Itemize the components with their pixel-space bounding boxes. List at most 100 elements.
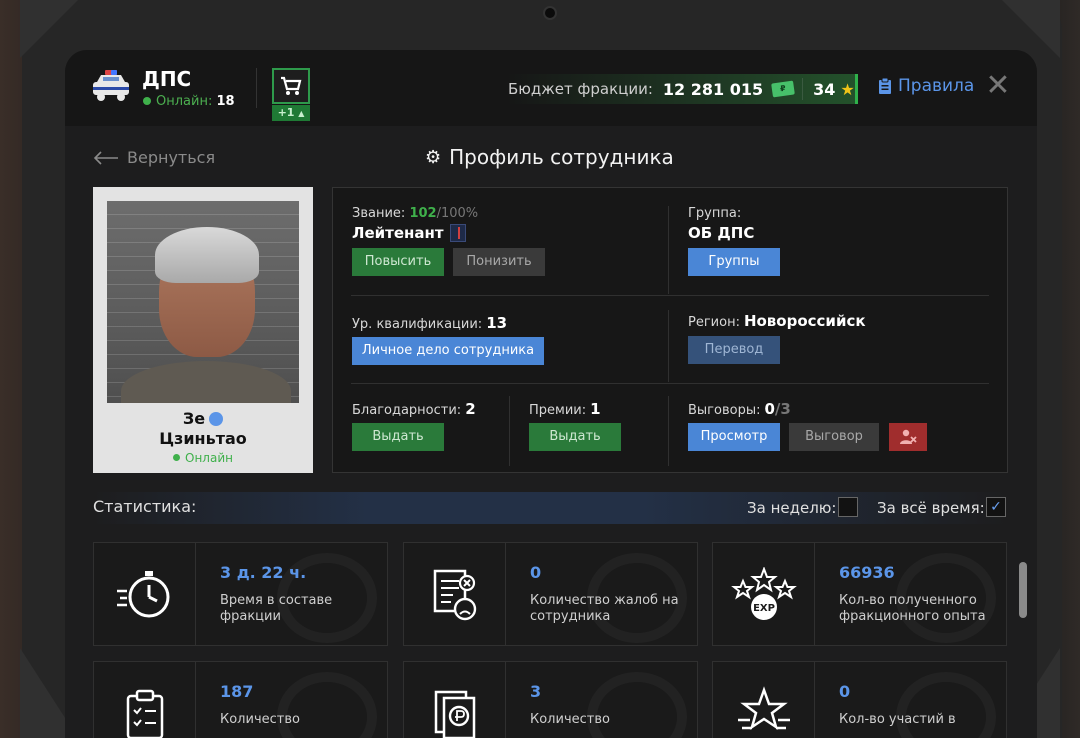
stat-description: Количество	[220, 712, 300, 727]
stat-value: 3 д. 22 ч.	[220, 563, 307, 582]
tablet-screen: ДПС Онлайн: 18 +1 ▲ Бюджет фракции: 12 2…	[65, 50, 1037, 738]
alltime-filter-checkbox[interactable]: ✓	[986, 497, 1006, 517]
bonus-label: Премии:	[529, 403, 587, 418]
transfer-button[interactable]: Перевод	[688, 336, 780, 364]
groups-button[interactable]: Группы	[688, 248, 780, 276]
back-label: Вернуться	[127, 148, 216, 167]
stat-icon-box: EXP	[713, 543, 815, 645]
employee-last-name: Цзиньтао	[159, 429, 247, 448]
stat-description: Количество жалоб на сотрудника	[530, 593, 679, 624]
qualification-value: 13	[486, 314, 508, 332]
card-watermark	[277, 672, 377, 738]
cart-badge: +1 ▲	[272, 105, 310, 121]
checkmark-icon: ✓	[990, 499, 1002, 515]
clipboard-checklist-icon	[126, 689, 163, 738]
faction-name: ДПС	[142, 67, 192, 91]
page-title: ⚙ Профиль сотрудника	[425, 145, 674, 169]
stat-description: Количество	[530, 712, 610, 727]
exp-stars-icon: EXP	[730, 567, 797, 620]
promote-button[interactable]: Повысить	[352, 248, 444, 276]
remove-user-icon	[900, 429, 917, 444]
stat-value: 3	[530, 682, 542, 701]
stat-value: 0	[530, 563, 542, 582]
rank-name-row: Лейтенант	[352, 224, 466, 242]
app-header: ДПС Онлайн: 18 +1 ▲ Бюджет фракции: 12 2…	[65, 50, 1037, 126]
divider	[668, 310, 669, 382]
employee-first-name: Зе	[93, 409, 313, 428]
stat-description: Кол-во полученного фракционного опыта	[839, 593, 986, 624]
gear-icon: ⚙	[425, 146, 442, 168]
back-button[interactable]: Вернуться	[93, 148, 215, 167]
camera-icon	[543, 6, 557, 20]
clipboard-icon	[879, 77, 891, 94]
reprimand-max: /3	[774, 400, 791, 418]
dismiss-employee-button[interactable]	[889, 423, 927, 451]
qualification-label: Ур. квалификации:	[352, 317, 483, 332]
divider	[668, 206, 669, 294]
stat-icon-box	[94, 543, 196, 645]
star-award-icon	[737, 686, 790, 730]
stat-card-time: 3 д. 22 ч. Время в составе фракции	[93, 542, 388, 646]
employee-info-panel: Звание: 102/100% Лейтенант Повысить Пони…	[332, 187, 1008, 473]
stat-card-row2-c: 0 Кол-во участий в	[712, 661, 1007, 738]
stat-value: 187	[220, 682, 254, 701]
budget-label: Бюджет фракции:	[508, 80, 653, 98]
rank-progress: 102	[409, 206, 437, 221]
reprimand-row: Выговоры: 0/3	[688, 400, 791, 418]
user-icon	[209, 412, 224, 426]
group-value: ОБ ДПС	[688, 224, 755, 242]
employee-status: Онлайн	[93, 451, 313, 465]
thanks-value: 2	[465, 400, 476, 418]
online-count: 18	[216, 94, 235, 109]
reprimand-value: 0	[764, 400, 775, 418]
group-label: Группа:	[688, 206, 742, 221]
divider	[351, 383, 989, 384]
week-filter-checkbox[interactable]	[838, 497, 858, 517]
demote-button[interactable]: Понизить	[453, 248, 545, 276]
personal-file-button[interactable]: Личное дело сотрудника	[352, 337, 544, 365]
svg-text:EXP: EXP	[753, 603, 775, 614]
card-watermark	[896, 672, 996, 738]
region-row: Регион: Новороссийск	[688, 312, 866, 330]
stopwatch-icon	[116, 571, 169, 618]
stat-icon-box	[94, 662, 196, 738]
stars-value: 34	[813, 79, 836, 99]
header-divider	[256, 68, 257, 108]
shopping-cart-icon	[281, 76, 302, 95]
reprimand-button[interactable]: Выговор	[789, 423, 879, 451]
page-title-text: Профиль сотрудника	[449, 145, 674, 169]
rules-link[interactable]: Правила	[878, 76, 974, 96]
give-bonus-button[interactable]: Выдать	[529, 423, 621, 451]
police-car-icon	[93, 70, 129, 101]
thanks-label: Благодарности:	[352, 403, 462, 418]
stat-card-row2-b: 3 Количество	[403, 661, 698, 738]
scrollbar-thumb[interactable]	[1019, 562, 1027, 618]
region-value: Новороссийск	[743, 312, 866, 330]
cart-button[interactable]	[272, 68, 310, 104]
close-button[interactable]: ✕	[985, 71, 1011, 101]
stat-value: 0	[839, 682, 851, 701]
rank-max: /100%	[436, 206, 479, 221]
stat-card-row2-a: 187 Количество	[93, 661, 388, 738]
star-icon: ★	[840, 79, 855, 99]
give-thanks-button[interactable]: Выдать	[352, 423, 444, 451]
stat-card-complaints: 0 Количество жалоб на сотрудника	[403, 542, 698, 646]
stat-value: 66936	[839, 563, 895, 582]
divider	[668, 396, 669, 466]
divider	[509, 396, 510, 466]
online-status: Онлайн: 18	[143, 94, 235, 109]
alltime-filter-label: За всё время:	[877, 499, 985, 517]
divider	[351, 295, 989, 296]
view-reprimands-button[interactable]: Просмотр	[688, 423, 780, 451]
complaint-document-icon	[433, 569, 476, 621]
employee-status-text: Онлайн	[185, 451, 233, 465]
rank-insignia-icon	[449, 224, 466, 242]
stat-icon-box	[404, 662, 506, 738]
budget-value: 12 281 015	[662, 79, 764, 99]
ruble-document-icon	[434, 690, 475, 738]
rank-name: Лейтенант	[352, 224, 444, 242]
employee-first-name-text: Зе	[182, 409, 206, 428]
rank-label: Звание:	[352, 206, 406, 221]
mugshot-cap	[155, 227, 259, 283]
card-watermark	[587, 672, 687, 738]
